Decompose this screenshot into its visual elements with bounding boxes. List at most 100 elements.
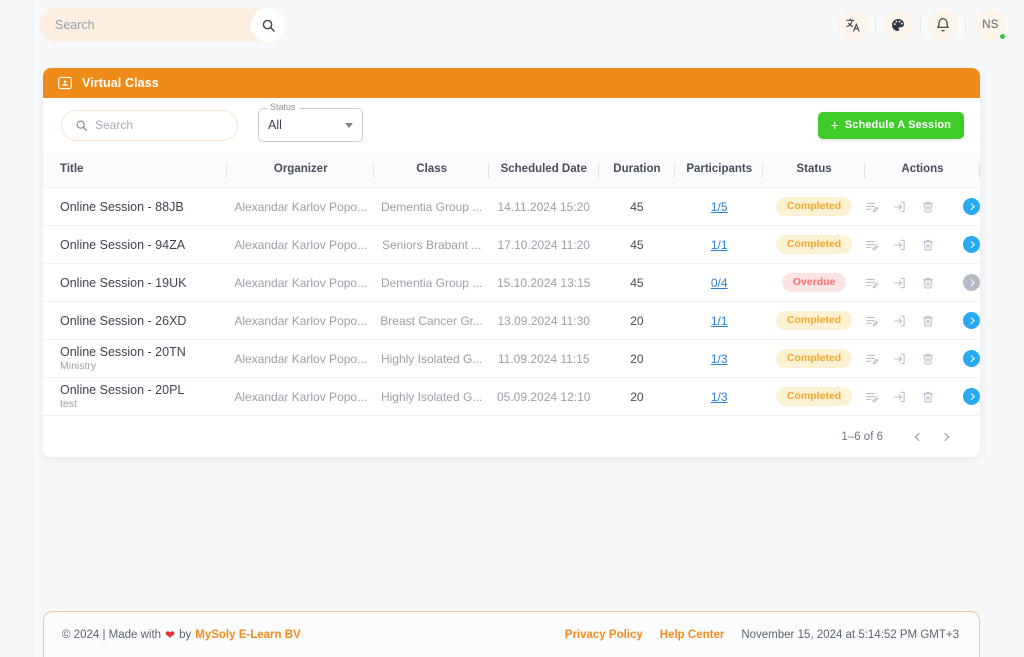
edit-note-icon [866,354,879,364]
previous-page-button[interactable] [905,425,929,449]
status-filter[interactable]: Status All [258,102,363,142]
participants-link[interactable]: 1/3 [711,352,728,366]
column-header-participants[interactable]: Participants [675,152,764,188]
chevron-right-icon [967,279,974,286]
chevron-right-icon [967,203,974,210]
edit-note-icon [866,278,879,288]
cell-organizer: Alexandar Karlov Popo... [227,225,375,264]
delete-button[interactable] [921,238,935,252]
join-session-button[interactable] [893,276,907,290]
delete-button[interactable] [921,276,935,290]
open-detail-button[interactable] [963,236,980,253]
edit-note-button[interactable] [865,352,879,366]
participants-link[interactable]: 1/3 [711,390,728,404]
privacy-policy-link[interactable]: Privacy Policy [565,629,643,641]
participants-link[interactable]: 1/5 [711,200,728,214]
delete-button[interactable] [921,200,935,214]
delete-button[interactable] [921,314,935,328]
notifications-button[interactable] [928,10,958,40]
user-avatar[interactable]: NS [975,9,1006,41]
cell-actions [865,301,980,340]
open-detail-button[interactable] [963,198,980,215]
chevron-right-icon [967,355,974,362]
edit-note-button[interactable] [865,390,879,404]
row-actions [865,198,980,215]
column-header-title[interactable]: Title [43,152,228,188]
heart-icon: ❤ [165,627,176,642]
global-search-input[interactable] [39,8,239,42]
schedule-session-button[interactable]: + Schedule A Session [817,111,964,139]
open-detail-button[interactable] [963,274,980,291]
footer-links: Privacy Policy Help Center November 15, … [565,629,959,641]
delete-button[interactable] [921,352,935,366]
table-search-input[interactable] [95,118,215,132]
join-session-button[interactable] [893,200,907,214]
participants-link[interactable]: 1/1 [711,314,728,328]
footer-brand[interactable]: MySoly E-Learn BV [195,629,300,641]
column-header-class[interactable]: Class [374,152,489,188]
delete-button[interactable] [921,390,935,404]
cell-duration: 45 [598,225,676,264]
edit-note-button[interactable] [865,276,879,290]
table-row[interactable]: Online Session - 88JB Alexandar Karlov Po… [43,187,980,226]
join-session-button[interactable] [893,390,907,404]
footer-credit: © 2024 | Made with ❤ by MySoly E-Learn B… [62,628,301,642]
table-row[interactable]: Online Session - 19UK Alexandar Karlov Po… [43,263,980,302]
cell-status: Completed [763,339,865,378]
translate-button[interactable] [838,10,868,40]
schedule-session-label: Schedule A Session [844,119,951,131]
cell-actions [865,187,980,226]
column-label: Duration [613,163,661,175]
participants-link[interactable]: 0/4 [711,276,728,290]
column-header-scheduled-date[interactable]: Scheduled Date [488,152,599,188]
table-search[interactable] [61,109,238,141]
online-status-dot [999,32,1006,40]
delete-icon [922,315,934,326]
join-session-button[interactable] [893,238,907,252]
edit-note-button[interactable] [865,200,879,214]
join-session-button[interactable] [893,314,907,328]
cell-status: Completed [763,377,865,416]
cell-title: Online Session - 20TN Ministry [43,339,228,378]
cell-participants: 0/4 [675,263,764,302]
delete-icon [922,277,934,288]
open-detail-button[interactable] [963,350,980,367]
table-head: Title Organizer Class Scheduled Date Dur… [43,152,980,188]
column-header-duration[interactable]: Duration [598,152,676,188]
translate-icon [846,18,860,32]
table-row[interactable]: Online Session - 26XD Alexandar Karlov Po… [43,301,980,340]
column-header-status[interactable]: Status [763,152,865,188]
delete-icon [922,391,934,402]
palette-icon [892,19,904,31]
join-session-button[interactable] [893,352,907,366]
cell-duration: 20 [598,339,676,378]
edit-note-button[interactable] [865,314,879,328]
session-subtitle: test [60,398,77,410]
open-detail-button[interactable] [963,388,980,405]
table-row[interactable]: Online Session - 94ZA Alexandar Karlov Po… [43,225,980,264]
status-filter-value: All [268,118,282,132]
column-header-organizer[interactable]: Organizer [227,152,375,188]
participants-link[interactable]: 1/1 [711,238,728,252]
table-row[interactable]: Online Session - 20PL test Alexandar Karlo… [43,377,980,416]
cell-organizer: Alexandar Karlov Popo... [227,187,375,226]
help-center-link[interactable]: Help Center [660,629,725,641]
cell-title: Online Session - 19UK [43,263,228,302]
cell-duration: 45 [598,263,676,302]
cell-actions [865,225,980,264]
pagination: 1–6 of 6 [43,416,980,457]
cell-scheduled-date: 11.09.2024 11:15 [488,339,599,378]
column-header-actions[interactable]: Actions [865,152,980,188]
theme-button[interactable] [883,10,913,40]
table-row[interactable]: Online Session - 20TN Ministry Alexandar K… [43,339,980,378]
chevron-right-icon [940,432,949,441]
edit-note-button[interactable] [865,238,879,252]
global-search-button[interactable] [251,8,285,42]
global-search[interactable] [39,8,285,42]
next-page-button[interactable] [934,425,958,449]
column-label: Status [796,163,832,175]
chevron-right-icon [967,393,974,400]
search-icon [76,119,88,131]
open-detail-button[interactable] [963,312,980,329]
cell-class: Dementia Group ... [374,187,489,226]
